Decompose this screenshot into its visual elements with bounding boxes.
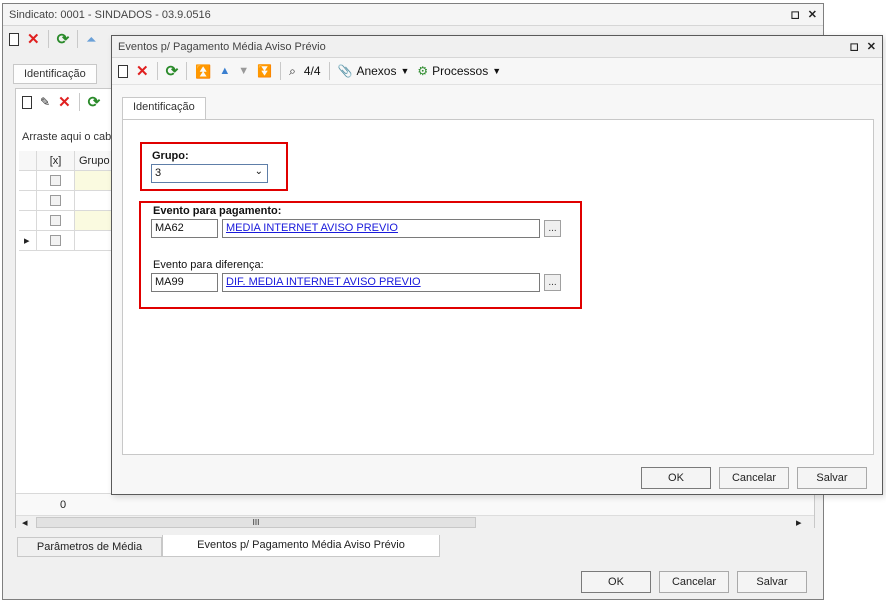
paperclip-icon: 📎 — [337, 64, 353, 78]
toolbar-separator — [156, 62, 158, 80]
new-document-icon[interactable] — [9, 32, 19, 46]
dialog-tab-identificacao[interactable]: Identificação — [122, 97, 206, 120]
evento-diferenca-label: Evento para diferença: — [153, 259, 264, 271]
save-button[interactable]: Salvar — [797, 467, 867, 489]
evento-diferenca-code[interactable]: MA99 — [151, 273, 218, 292]
bg-cancel-button[interactable]: Cancelar — [659, 571, 729, 593]
toolbar-separator — [78, 93, 80, 111]
dialog-title: Eventos p/ Pagamento Média Aviso Prévio — [118, 40, 326, 53]
binoculars-icon[interactable]: ⌕ — [289, 64, 296, 79]
processos-label: Processos — [432, 64, 489, 78]
refresh-icon[interactable]: ⟳ — [57, 32, 70, 47]
evento-diferenca-description[interactable]: DIF. MEDIA INTERNET AVISO PREVIO — [222, 273, 540, 292]
evento-pagamento-lookup-button[interactable]: ... — [544, 220, 561, 237]
grid-cell-grupo[interactable] — [75, 191, 115, 211]
close-icon[interactable]: ✕ — [808, 8, 817, 21]
cancel-button[interactable]: Cancelar — [719, 467, 789, 489]
edit-icon[interactable]: ✎ — [40, 95, 50, 109]
refresh-icon[interactable]: ⟳ — [166, 64, 179, 79]
toolbar-separator — [186, 62, 188, 80]
new-document-icon[interactable] — [118, 64, 128, 78]
grid-cell-grupo[interactable] — [75, 171, 115, 191]
grid-header-grupo[interactable]: Grupo — [75, 151, 115, 171]
refresh-icon[interactable]: ⟳ — [88, 95, 101, 110]
footer-count: 0 — [60, 499, 67, 511]
eventos-dialog: Eventos p/ Pagamento Média Aviso Prévio … — [111, 35, 883, 495]
first-record-icon[interactable]: ⏶ — [86, 33, 96, 46]
table-row[interactable] — [37, 171, 75, 191]
grid-header-check[interactable]: [x] — [37, 151, 75, 171]
processos-menu[interactable]: ⚙ Processos ▼ — [417, 64, 501, 78]
chevron-down-icon: ⌄ — [254, 166, 263, 177]
row-indicator — [19, 211, 37, 231]
chevron-down-icon: ▼ — [400, 66, 410, 76]
dialog-titlebar: Eventos p/ Pagamento Média Aviso Prévio … — [112, 36, 882, 58]
next-record-icon[interactable]: ▼ — [238, 65, 249, 77]
table-row[interactable] — [37, 211, 75, 231]
toolbar-separator — [77, 30, 79, 48]
grupo-label: Grupo: — [152, 150, 189, 162]
toolbar-separator — [280, 62, 282, 80]
row-checkbox[interactable] — [50, 235, 61, 246]
grid-cell-grupo[interactable] — [75, 231, 115, 251]
eventos-highlight — [139, 201, 582, 309]
tab-parametros-media[interactable]: Parâmetros de Média — [17, 537, 162, 557]
identificacao-panel: Grupo: 3 ⌄ Evento para pagamento: MA62 M… — [122, 119, 874, 455]
previous-record-icon[interactable]: ▲ — [219, 65, 230, 77]
row-checkbox[interactable] — [50, 195, 61, 206]
record-counter: 4/4 — [303, 64, 321, 78]
anexos-menu[interactable]: 📎 Anexos ▼ — [338, 64, 410, 78]
evento-pagamento-label: Evento para pagamento: — [153, 205, 282, 217]
scroll-right-icon[interactable]: ▸ — [796, 516, 802, 529]
bg-ok-button[interactable]: OK — [581, 571, 651, 593]
grid-cell-grupo[interactable] — [75, 211, 115, 231]
evento-pagamento-code[interactable]: MA62 — [151, 219, 218, 238]
group-by-hint: Arraste aqui o cabe — [22, 131, 118, 143]
bg-save-button[interactable]: Salvar — [737, 571, 807, 593]
close-icon[interactable]: ✕ — [867, 40, 876, 53]
bg-window-title: Sindicato: 0001 - SINDADOS - 03.9.0516 — [9, 8, 211, 21]
table-row[interactable] — [37, 231, 75, 251]
scroll-left-icon[interactable]: ◂ — [22, 516, 28, 529]
delete-icon[interactable]: ✕ — [58, 95, 71, 110]
grid-footer: 0 — [16, 493, 814, 515]
horizontal-scrollbar[interactable]: ◂ III ▸ — [16, 515, 814, 529]
toolbar-separator — [47, 30, 49, 48]
delete-icon[interactable]: ✕ — [136, 64, 149, 79]
evento-pagamento-description[interactable]: MEDIA INTERNET AVISO PREVIO — [222, 219, 540, 238]
delete-icon[interactable]: ✕ — [27, 32, 40, 47]
dialog-toolbar: ✕ ⟳ ⏫ ▲ ▼ ⏬ ⌕ 4/4 📎 Anexos ▼ ⚙ Processos… — [112, 58, 882, 85]
ok-button[interactable]: OK — [641, 467, 711, 489]
first-record-icon[interactable]: ⏫ — [195, 65, 211, 78]
last-record-icon[interactable]: ⏬ — [257, 64, 272, 78]
bg-tab-identificacao[interactable]: Identificação — [13, 64, 97, 84]
bg-titlebar: Sindicato: 0001 - SINDADOS - 03.9.0516 ◻… — [3, 4, 823, 26]
gears-icon: ⚙ — [417, 64, 429, 78]
chevron-down-icon: ▼ — [492, 66, 502, 76]
row-indicator — [19, 191, 37, 211]
row-checkbox[interactable] — [50, 175, 61, 186]
table-row[interactable] — [37, 191, 75, 211]
grupo-value: 3 — [155, 167, 162, 179]
restore-icon[interactable]: ◻ — [791, 8, 800, 21]
tab-eventos-pagamento[interactable]: Eventos p/ Pagamento Média Aviso Prévio — [162, 535, 440, 557]
new-document-icon[interactable] — [22, 95, 32, 109]
anexos-label: Anexos — [356, 64, 397, 78]
grid-header-indicator — [19, 151, 37, 171]
evento-diferenca-lookup-button[interactable]: ... — [544, 274, 561, 291]
restore-icon[interactable]: ◻ — [850, 40, 859, 53]
toolbar-separator — [328, 62, 330, 80]
grupo-select[interactable]: 3 ⌄ — [151, 164, 268, 183]
row-checkbox[interactable] — [50, 215, 61, 226]
row-indicator — [19, 171, 37, 191]
current-row-indicator: ▸ — [19, 231, 37, 251]
scroll-thumb[interactable]: III — [36, 517, 476, 528]
